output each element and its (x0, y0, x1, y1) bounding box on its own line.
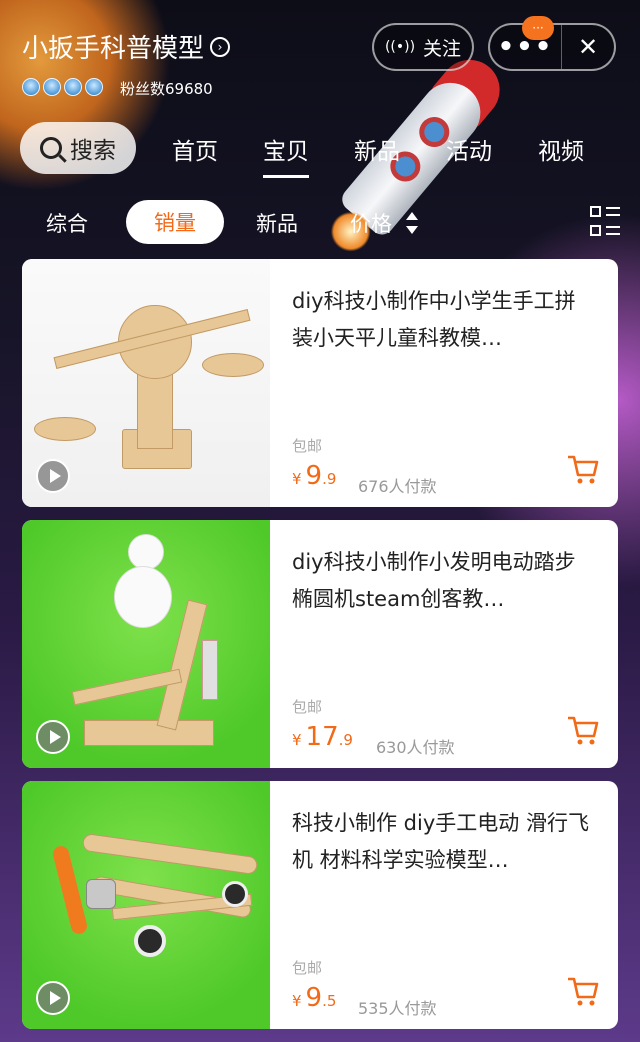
price-integer: 9 (305, 983, 323, 1013)
notification-badge: ··· (522, 16, 554, 40)
sold-count: 535人付款 (358, 999, 437, 1018)
free-shipping-label: 包邮 (292, 698, 323, 716)
price-integer: 17 (305, 722, 339, 752)
sort-new[interactable]: 新品 (256, 208, 298, 238)
sort-price[interactable]: 价格 (350, 208, 392, 238)
product-card[interactable]: 科技小制作 diy手工电动 滑行飞机 材料科学实验模型… 包邮 ¥ 9 .5 5… (22, 781, 618, 1029)
product-title[interactable]: diy科技小制作中小学生手工拼装小天平儿童科教模… (292, 283, 592, 357)
add-to-cart-icon[interactable] (566, 453, 600, 487)
crown-icon (64, 78, 82, 96)
product-title[interactable]: diy科技小制作小发明电动踏步椭圆机steam创客教… (292, 544, 592, 618)
product-price: ¥ 17 .9 (292, 722, 353, 752)
crown-icon (85, 78, 103, 96)
shop-name: 小扳手科普模型 (22, 34, 205, 64)
product-card[interactable]: diy科技小制作中小学生手工拼装小天平儿童科教模… 包邮 ¥ 9 .9 676人… (22, 259, 618, 507)
sold-count: 630人付款 (376, 738, 455, 757)
shop-header: 小扳手科普模型 › 粉丝数69680 ((•)) 关注 ••• ✕ ··· (0, 0, 640, 110)
product-card[interactable]: diy科技小制作小发明电动踏步椭圆机steam创客教… 包邮 ¥ 17 .9 6… (22, 520, 618, 768)
search-icon (40, 137, 62, 159)
free-shipping-label: 包邮 (292, 437, 323, 455)
add-to-cart-icon[interactable] (566, 714, 600, 748)
close-icon[interactable]: ✕ (562, 25, 614, 69)
currency-symbol: ¥ (292, 470, 302, 488)
product-title[interactable]: 科技小制作 diy手工电动 滑行飞机 材料科学实验模型… (292, 805, 592, 879)
search-button[interactable]: 搜索 (20, 122, 136, 174)
fans-count: 粉丝数69680 (120, 80, 213, 98)
price-decimal: .9 (322, 470, 337, 488)
tab-videos[interactable]: 视频 (538, 132, 584, 166)
sold-count: 676人付款 (358, 477, 437, 496)
video-play-icon[interactable] (36, 981, 70, 1015)
broadcast-icon: ((•)) (384, 39, 416, 55)
video-play-icon[interactable] (36, 459, 70, 493)
follow-label: 关注 (423, 37, 462, 60)
product-price: ¥ 9 .9 (292, 461, 336, 491)
sort-updown-icon (406, 212, 418, 234)
price-decimal: .5 (322, 992, 337, 1010)
shop-name-link[interactable]: 小扳手科普模型 › (22, 28, 231, 65)
product-image-elliptical-machine[interactable] (22, 520, 270, 768)
product-price: ¥ 9 .5 (292, 983, 336, 1013)
price-decimal: .9 (338, 731, 353, 749)
product-image-balance-scale[interactable] (22, 259, 270, 507)
add-to-cart-icon[interactable] (566, 975, 600, 1009)
price-integer: 9 (305, 461, 323, 491)
free-shipping-label: 包邮 (292, 959, 323, 977)
grid-list-icon[interactable] (590, 206, 620, 238)
sort-bar: 综合 销量 新品 价格 (0, 200, 640, 246)
follow-button[interactable]: ((•)) 关注 (372, 23, 474, 71)
product-image-biplane[interactable] (22, 781, 270, 1029)
sort-comprehensive[interactable]: 综合 (46, 208, 88, 238)
search-label: 搜索 (70, 138, 116, 164)
tab-new[interactable]: 新品 (354, 132, 400, 166)
tab-items[interactable]: 宝贝 (263, 132, 309, 178)
tab-home[interactable]: 首页 (172, 132, 218, 166)
crown-icon (22, 78, 40, 96)
crown-icon (43, 78, 61, 96)
currency-symbol: ¥ (292, 992, 302, 1010)
video-play-icon[interactable] (36, 720, 70, 754)
shop-nav: 搜索 首页 宝贝 新品 活动 视频 (0, 122, 640, 178)
shop-crown-rating (22, 78, 103, 96)
currency-symbol: ¥ (292, 731, 302, 749)
sort-sales[interactable]: 销量 (126, 200, 224, 244)
tab-events[interactable]: 活动 (446, 132, 492, 166)
chevron-right-icon: › (210, 36, 231, 57)
